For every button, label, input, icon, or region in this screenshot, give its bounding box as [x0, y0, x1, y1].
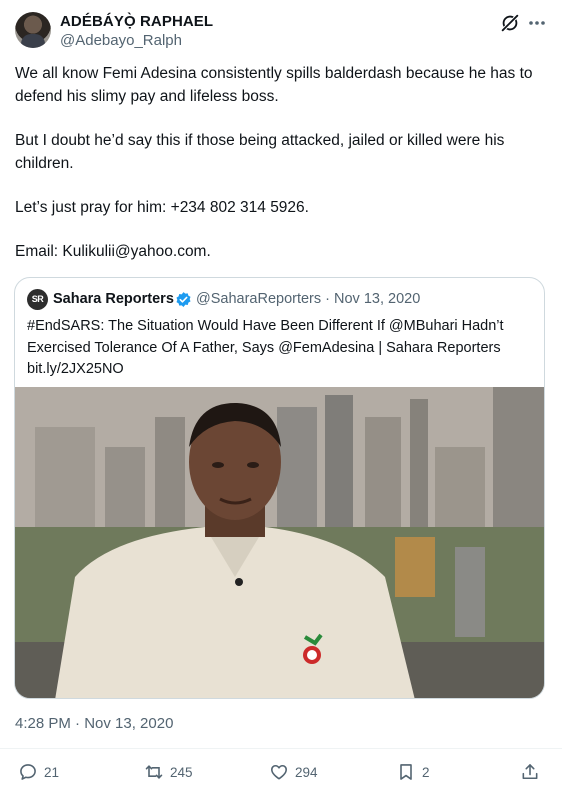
share-button[interactable] [520, 760, 540, 784]
avatar-figure [21, 34, 45, 48]
reply-icon [20, 764, 36, 780]
author-handle[interactable]: @Adebayo_Ralph [60, 32, 182, 49]
quote-handle-date[interactable]: @SaharaReporters · Nov 13, 2020 [196, 291, 420, 307]
grok-icon[interactable] [499, 12, 521, 34]
quoted-tweet[interactable]: SR Sahara Reporters @SaharaReporters · N… [14, 277, 545, 699]
reply-count: 21 [44, 764, 60, 780]
bookmark-button[interactable]: 2 [396, 760, 430, 784]
quote-author-name[interactable]: Sahara Reporters [53, 291, 174, 307]
tweet-paragraph: Let’s just pray for him: +234 802 314 59… [15, 199, 309, 216]
tweet-timestamp[interactable]: 4:28 PM · Nov 13, 2020 [15, 715, 173, 732]
bookmark-count: 2 [422, 764, 430, 780]
like-button[interactable]: 294 [269, 760, 318, 784]
bookmark-icon [400, 764, 412, 780]
tweet-text: We all know Femi Adesina consistently sp… [15, 62, 545, 284]
retweet-count: 245 [170, 764, 193, 780]
tweet-card: ADÉBÁYỌ̀ RAPHAEL @Adebayo_Ralph We all k… [0, 0, 562, 792]
quote-avatar[interactable]: SR [27, 289, 48, 310]
tweet-paragraph: But I doubt he’d say this if those being… [15, 132, 505, 172]
tweet-paragraph: Email: Kulikulii@yahoo.com. [15, 243, 211, 260]
retweet-icon [145, 765, 163, 779]
retweet-button[interactable]: 245 [144, 760, 193, 784]
more-options-icon[interactable] [527, 12, 547, 34]
heart-icon [271, 764, 287, 780]
news-photo [15, 387, 544, 698]
quote-media-image[interactable] [15, 387, 544, 698]
divider [0, 748, 562, 749]
tweet-paragraph: We all know Femi Adesina consistently sp… [15, 65, 533, 105]
author-avatar[interactable] [15, 12, 51, 48]
author-name[interactable]: ADÉBÁYỌ̀ RAPHAEL [60, 13, 213, 30]
reply-button[interactable]: 21 [18, 760, 59, 784]
verified-badge-icon [176, 292, 191, 307]
quote-text: #EndSARS: The Situation Would Have Been … [27, 318, 504, 377]
share-icon [522, 764, 538, 780]
like-count: 294 [295, 764, 318, 780]
